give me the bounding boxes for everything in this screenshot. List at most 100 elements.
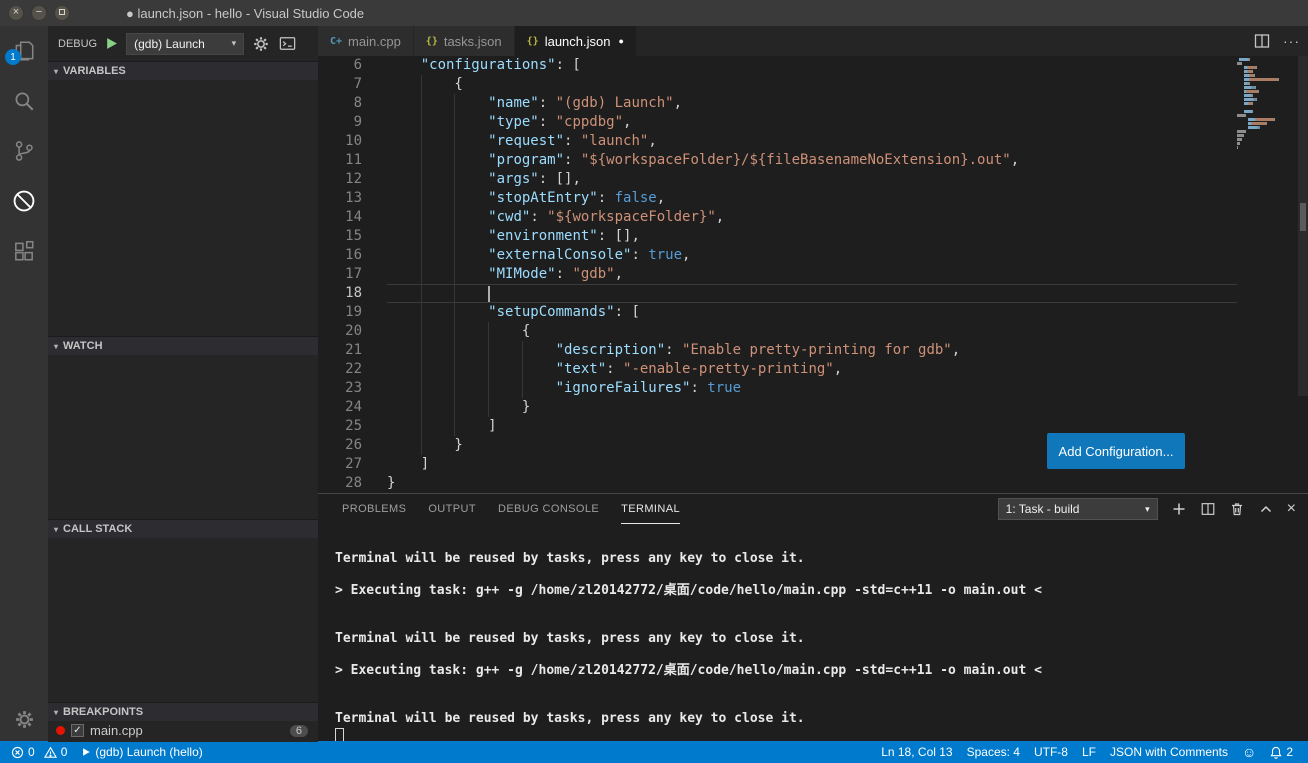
- terminal-line: Terminal will be reused by tasks, press …: [335, 551, 1308, 567]
- problems-status[interactable]: 0 0: [4, 745, 74, 759]
- code-line[interactable]: 18: [318, 284, 1308, 303]
- code-line[interactable]: 24 }: [318, 398, 1308, 417]
- window-close-button[interactable]: ×: [8, 5, 24, 21]
- activity-source-control[interactable]: [0, 126, 48, 176]
- terminal-line: [335, 567, 1308, 583]
- editor-actions: ···: [1253, 26, 1300, 56]
- line-number: 9: [318, 113, 362, 132]
- activity-explorer[interactable]: 1: [0, 26, 48, 76]
- panel-tab-debug-console[interactable]: DEBUG CONSOLE: [498, 494, 599, 524]
- status-bar: 0 0 (gdb) Launch (hello) Ln 18, Col 13 S…: [0, 741, 1308, 763]
- eol-status[interactable]: LF: [1075, 745, 1103, 759]
- terminal-picker[interactable]: 1: Task - build ▾: [998, 498, 1158, 520]
- notifications-bell[interactable]: 2: [1263, 745, 1300, 759]
- split-terminal-button[interactable]: [1200, 501, 1216, 517]
- editor-group: C+main.cpp{}tasks.json{}launch.json● ···…: [318, 26, 1308, 741]
- section-label: CALL STACK: [63, 523, 132, 535]
- line-number: 23: [318, 379, 362, 398]
- add-configuration-button[interactable]: Add Configuration...: [1047, 433, 1185, 469]
- line-number: 14: [318, 208, 362, 227]
- variables-body: [48, 80, 318, 336]
- code-line[interactable]: 7 {: [318, 75, 1308, 94]
- code-editor[interactable]: 6 "configurations": [7 {8 "name": "(gdb)…: [318, 56, 1308, 493]
- more-actions-button[interactable]: ···: [1283, 36, 1300, 46]
- watch-section: ▾ WATCH: [48, 336, 318, 519]
- workbench: 1 DE: [0, 26, 1308, 741]
- new-terminal-button[interactable]: [1171, 501, 1187, 517]
- maximize-panel-button[interactable]: [1258, 501, 1274, 517]
- activity-debug[interactable]: [0, 176, 48, 226]
- debug-console-toggle-button[interactable]: [278, 34, 297, 53]
- tab-tasks.json[interactable]: {}tasks.json: [414, 26, 515, 56]
- minimap[interactable]: [1237, 58, 1297, 150]
- editor-scrollbar[interactable]: [1298, 56, 1308, 493]
- feedback-button[interactable]: ☺: [1235, 744, 1263, 760]
- warning-count: 0: [61, 745, 68, 759]
- tab-label: tasks.json: [444, 34, 502, 49]
- kill-terminal-button[interactable]: [1229, 501, 1245, 517]
- cursor-position[interactable]: Ln 18, Col 13: [874, 745, 959, 759]
- terminal-line: Terminal will be reused by tasks, press …: [335, 631, 1308, 647]
- breakpoint-row[interactable]: ✓ main.cpp 6: [48, 721, 318, 738]
- terminal-cursor: [335, 728, 344, 741]
- code-line[interactable]: 11 "program": "${workspaceFolder}/${file…: [318, 151, 1308, 170]
- code-line[interactable]: 14 "cwd": "${workspaceFolder}",: [318, 208, 1308, 227]
- line-number: 26: [318, 436, 362, 455]
- extensions-icon: [12, 239, 36, 263]
- settings-button[interactable]: [0, 697, 48, 741]
- code-line[interactable]: 15 "environment": [],: [318, 227, 1308, 246]
- code-line[interactable]: 21 "description": "Enable pretty-printin…: [318, 341, 1308, 360]
- tab-main.cpp[interactable]: C+main.cpp: [318, 26, 414, 56]
- window-minimize-button[interactable]: −: [31, 5, 47, 21]
- split-editor-button[interactable]: [1253, 32, 1271, 50]
- activity-extensions[interactable]: [0, 226, 48, 276]
- breakpoint-file-label: main.cpp: [90, 723, 143, 738]
- tab-launch.json[interactable]: {}launch.json●: [515, 26, 637, 56]
- configure-gear-button[interactable]: [252, 35, 270, 53]
- bottom-panel: PROBLEMS OUTPUT DEBUG CONSOLE TERMINAL 1: T…: [318, 493, 1308, 741]
- line-number: 20: [318, 322, 362, 341]
- debug-launch-status[interactable]: (gdb) Launch (hello): [74, 745, 209, 759]
- panel-tab-terminal[interactable]: TERMINAL: [621, 494, 680, 524]
- line-number: 17: [318, 265, 362, 284]
- variables-section-header[interactable]: ▾ VARIABLES: [48, 62, 318, 80]
- start-debug-button[interactable]: [105, 37, 118, 50]
- encoding-status[interactable]: UTF-8: [1027, 745, 1075, 759]
- tab-label: launch.json: [545, 34, 611, 49]
- breakpoint-checkbox[interactable]: ✓: [71, 724, 84, 737]
- code-line[interactable]: 10 "request": "launch",: [318, 132, 1308, 151]
- language-mode[interactable]: JSON with Comments: [1103, 745, 1235, 759]
- breakpoints-section-header[interactable]: ▾ BREAKPOINTS: [48, 703, 318, 721]
- code-line[interactable]: 12 "args": [],: [318, 170, 1308, 189]
- close-panel-button[interactable]: ×: [1287, 502, 1296, 516]
- code-line[interactable]: 19 "setupCommands": [: [318, 303, 1308, 322]
- line-number: 28: [318, 474, 362, 493]
- code-line[interactable]: 13 "stopAtEntry": false,: [318, 189, 1308, 208]
- code-line[interactable]: 16 "externalConsole": true,: [318, 246, 1308, 265]
- terminal-content[interactable]: Terminal will be reused by tasks, press …: [318, 524, 1308, 741]
- panel-tab-problems[interactable]: PROBLEMS: [342, 494, 406, 524]
- line-number: 27: [318, 455, 362, 474]
- watch-section-header[interactable]: ▾ WATCH: [48, 337, 318, 355]
- activity-search[interactable]: [0, 76, 48, 126]
- panel-tab-output[interactable]: OUTPUT: [428, 494, 476, 524]
- window-maximize-button[interactable]: [54, 5, 70, 21]
- code-line[interactable]: 9 "type": "cppdbg",: [318, 113, 1308, 132]
- line-number: 7: [318, 75, 362, 94]
- launch-configuration-dropdown[interactable]: (gdb) Launch ▾: [126, 33, 244, 55]
- code-line[interactable]: 6 "configurations": [: [318, 56, 1308, 75]
- code-line[interactable]: 23 "ignoreFailures": true: [318, 379, 1308, 398]
- code-line[interactable]: 8 "name": "(gdb) Launch",: [318, 94, 1308, 113]
- callstack-section-header[interactable]: ▾ CALL STACK: [48, 520, 318, 538]
- panel-controls: 1: Task - build ▾ ×: [998, 498, 1296, 520]
- code-line[interactable]: 20 {: [318, 322, 1308, 341]
- code-line[interactable]: 28}: [318, 474, 1308, 493]
- panel-header: PROBLEMS OUTPUT DEBUG CONSOLE TERMINAL 1: T…: [318, 494, 1308, 524]
- code-line[interactable]: 22 "text": "-enable-pretty-printing",: [318, 360, 1308, 379]
- section-label: VARIABLES: [63, 65, 126, 77]
- code-line[interactable]: 17 "MIMode": "gdb",: [318, 265, 1308, 284]
- indentation-status[interactable]: Spaces: 4: [960, 745, 1027, 759]
- editor-tabs: C+main.cpp{}tasks.json{}launch.json●: [318, 26, 637, 56]
- line-number: 19: [318, 303, 362, 322]
- terminal-line: Terminal will be reused by tasks, press …: [335, 711, 1308, 727]
